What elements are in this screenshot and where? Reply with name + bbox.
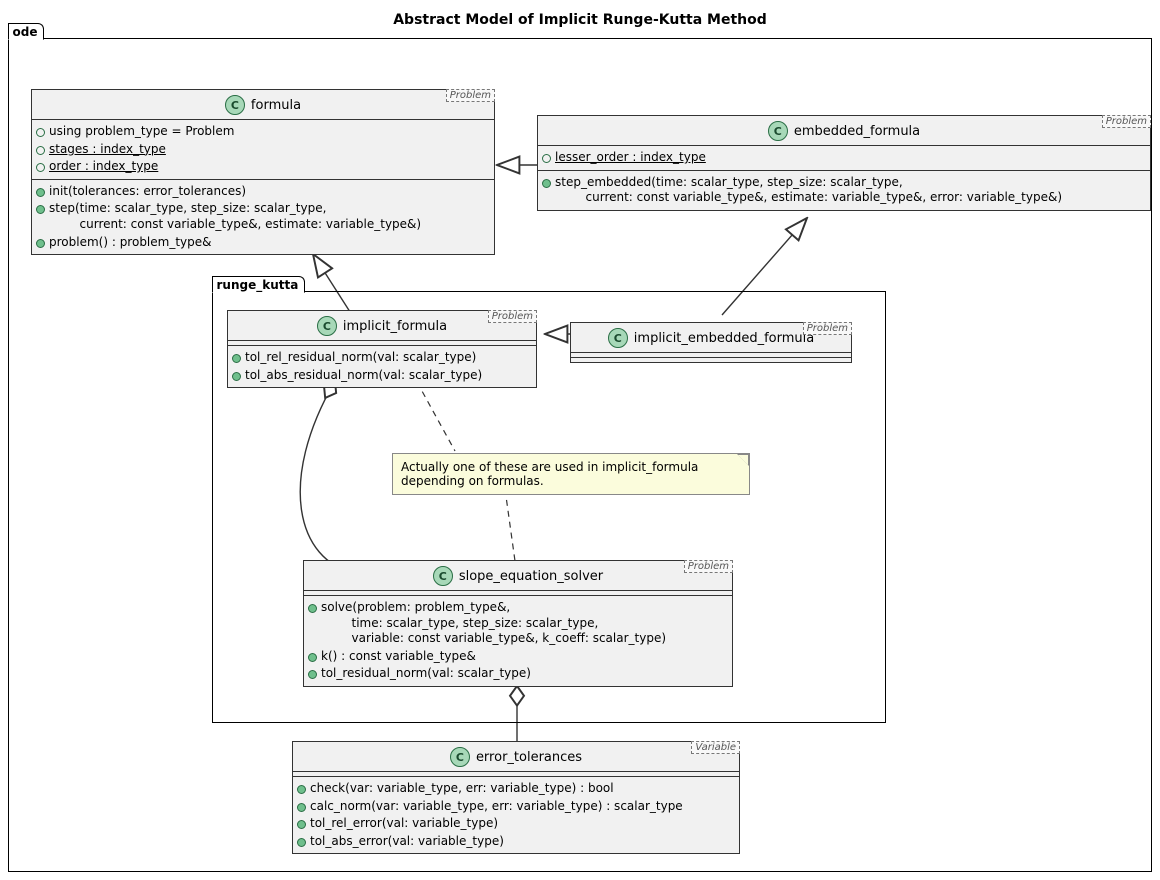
package-runge-kutta-label: runge_kutta bbox=[212, 276, 306, 293]
package-runge-kutta: runge_kutta Problem Cimplicit_formula to… bbox=[212, 291, 886, 723]
op: tol_abs_residual_norm(val: scalar_type) bbox=[245, 368, 482, 384]
stereotype-tag: Problem bbox=[488, 310, 537, 323]
op: step(time: scalar_type, step_size: scala… bbox=[49, 201, 421, 232]
class-icon: C bbox=[317, 316, 337, 336]
op: tol_rel_residual_norm(val: scalar_type) bbox=[245, 350, 476, 366]
op: problem() : problem_type& bbox=[49, 235, 212, 251]
op: tol_rel_error(val: variable_type) bbox=[310, 816, 498, 832]
class-implicit-formula: Problem Cimplicit_formula tol_rel_residu… bbox=[227, 310, 537, 388]
stereotype-tag: Variable bbox=[691, 741, 740, 754]
note-text: Actually one of these are used in implic… bbox=[401, 460, 698, 488]
attr: using problem_type = Problem bbox=[49, 124, 234, 140]
class-error-tolerances-name: error_tolerances bbox=[476, 750, 582, 765]
stereotype-tag: Problem bbox=[1102, 115, 1151, 128]
class-icon: C bbox=[225, 95, 245, 115]
op: solve(problem: problem_type&, time: scal… bbox=[321, 600, 666, 647]
attr: lesser_order : index_type bbox=[555, 150, 706, 166]
class-icon: C bbox=[450, 747, 470, 767]
attr: order : index_type bbox=[49, 159, 158, 175]
op: calc_norm(var: variable_type, err: varia… bbox=[310, 799, 683, 815]
op: step_embedded(time: scalar_type, step_si… bbox=[555, 175, 1062, 206]
class-formula-name: formula bbox=[251, 98, 301, 113]
attr: stages : index_type bbox=[49, 142, 166, 158]
op: tol_residual_norm(val: scalar_type) bbox=[321, 666, 531, 682]
op: k() : const variable_type& bbox=[321, 649, 476, 665]
package-ode-label: ode bbox=[8, 23, 45, 40]
class-slope-equation-solver: Problem Cslope_equation_solver solve(pro… bbox=[303, 560, 733, 687]
class-implicit-formula-name: implicit_formula bbox=[343, 319, 447, 334]
class-slope-equation-solver-name: slope_equation_solver bbox=[459, 569, 603, 584]
stereotype-tag: Problem bbox=[446, 89, 495, 102]
package-ode: ode bbox=[8, 38, 1152, 872]
class-implicit-embedded-formula-name: implicit_embedded_formula bbox=[634, 331, 814, 346]
stereotype-tag: Problem bbox=[803, 322, 852, 335]
class-icon: C bbox=[768, 121, 788, 141]
op: check(var: variable_type, err: variable_… bbox=[310, 781, 614, 797]
class-icon: C bbox=[608, 328, 628, 348]
class-icon: C bbox=[433, 566, 453, 586]
class-formula: Problem Cformula using problem_type = Pr… bbox=[31, 89, 495, 255]
class-implicit-embedded-formula: Problem Cimplicit_embedded_formula bbox=[570, 322, 852, 363]
op: init(tolerances: error_tolerances) bbox=[49, 184, 246, 200]
stereotype-tag: Problem bbox=[684, 560, 733, 573]
class-embedded-formula: Problem Cembedded_formula lesser_order :… bbox=[537, 115, 1151, 211]
class-error-tolerances: Variable Cerror_tolerances check(var: va… bbox=[292, 741, 740, 854]
note-box: Actually one of these are used in implic… bbox=[392, 453, 750, 495]
page-title: Abstract Model of Implicit Runge-Kutta M… bbox=[8, 12, 1152, 28]
op: tol_abs_error(val: variable_type) bbox=[310, 834, 504, 850]
class-embedded-formula-name: embedded_formula bbox=[794, 124, 920, 139]
